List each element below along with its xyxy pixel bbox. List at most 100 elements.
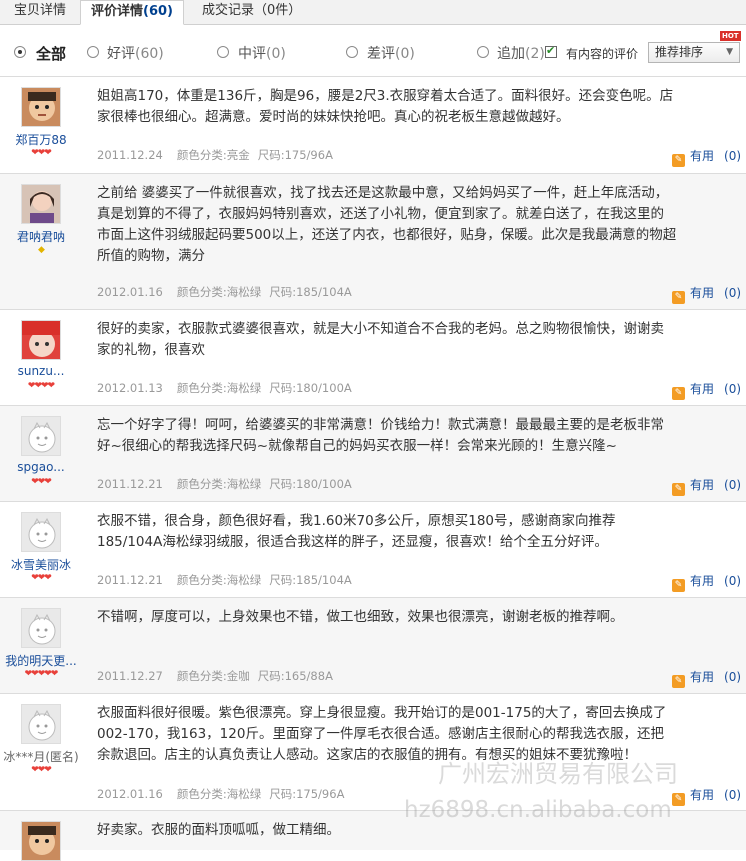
reviewer-level-hearts: ❤❤❤❤❤ bbox=[24, 669, 59, 679]
thumbs-up-icon: ✎ bbox=[672, 387, 685, 400]
review-color: 颜色分类:海松绿 bbox=[176, 477, 262, 491]
tab-bar: 宝贝详情 评价详情(60) 成交记录（0件） bbox=[0, 0, 746, 25]
review-meta: 2011.12.21 颜色分类:海松绿 尺码:180/100A bbox=[97, 476, 366, 492]
filter-bad-label: 差评(0) bbox=[367, 46, 415, 62]
review-meta: 2011.12.27 颜色分类:金咖 尺码:165/88A bbox=[97, 668, 347, 684]
with-content-label: 有内容的评价 bbox=[566, 47, 639, 61]
review-date: 2012.01.16 bbox=[97, 787, 163, 801]
default-avatar[interactable] bbox=[21, 512, 61, 552]
review-meta: 2011.12.21 颜色分类:海松绿 尺码:185/104A bbox=[97, 572, 366, 588]
reviewer-level-diamond: ◆ bbox=[38, 245, 45, 255]
thumbs-up-icon: ✎ bbox=[672, 154, 685, 167]
thumbs-up-icon: ✎ bbox=[672, 291, 685, 304]
review-text: 很好的卖家，衣服款式婆婆很喜欢，就是大小不知道合不合我的老妈。总之购物很愉快，谢… bbox=[97, 321, 664, 358]
tab-transactions[interactable]: 成交记录（0件） bbox=[192, 0, 311, 24]
reviewer-level-hearts: ❤❤❤❤ bbox=[27, 381, 55, 391]
sort-dropdown[interactable]: 推荐排序 ▼ bbox=[648, 42, 740, 63]
reviewer-level-hearts: ❤❤❤ bbox=[31, 765, 52, 775]
default-avatar[interactable] bbox=[21, 608, 61, 648]
review-size: 尺码:185/104A bbox=[269, 285, 352, 299]
tab-product-details[interactable]: 宝贝详情 bbox=[4, 0, 76, 24]
avatar[interactable] bbox=[21, 184, 61, 224]
reviewer-level-hearts: ❤❤❤ bbox=[31, 477, 52, 487]
avatar[interactable] bbox=[21, 320, 61, 360]
useful-button[interactable]: ✎ 有用 (0) bbox=[672, 786, 741, 806]
review-item: 冰雪美丽冰 ❤❤❤ 衣服不错，很合身，颜色很好看，我1.60米70多公斤，原想买… bbox=[0, 501, 746, 597]
review-color: 颜色分类:海松绿 bbox=[176, 787, 262, 801]
tab-reviews[interactable]: 评价详情(60) bbox=[80, 0, 184, 25]
review-text: 不错啊，厚度可以，上身效果也不错，做工也细致，效果也很漂亮，谢谢老板的推荐啊。 bbox=[97, 609, 624, 625]
review-date: 2011.12.27 bbox=[97, 669, 163, 683]
useful-button[interactable]: ✎ 有用 (0) bbox=[672, 147, 741, 167]
review-date: 2011.12.24 bbox=[97, 148, 163, 162]
reviewer-name[interactable]: 我的明天更... bbox=[0, 652, 82, 669]
review-size: 尺码:175/96A bbox=[257, 148, 333, 162]
review-date: 2012.01.16 bbox=[97, 285, 163, 299]
avatar[interactable] bbox=[21, 87, 61, 127]
thumbs-up-icon: ✎ bbox=[672, 793, 685, 806]
review-size: 尺码:165/88A bbox=[257, 669, 333, 683]
review-item: 郑百万88 ❤❤❤ 姐姐高170，体重是136斤，胸是96，腰是2尺3.衣服穿着… bbox=[0, 76, 746, 173]
reviewer-level-hearts: ❤❤❤ bbox=[31, 148, 52, 158]
review-size: 尺码:175/96A bbox=[269, 787, 345, 801]
filter-good-label: 好评(60) bbox=[107, 46, 164, 62]
review-text: 之前给 婆婆买了一件就很喜欢，找了找去还是这款最中意，又给妈妈买了一件，赶上年底… bbox=[97, 185, 677, 264]
review-item: spgao... ❤❤❤ 忘一个好字了得！呵呵，给婆婆买的非常满意！价钱给力！款… bbox=[0, 405, 746, 501]
useful-button[interactable]: ✎ 有用 (0) bbox=[672, 284, 741, 304]
useful-button[interactable]: ✎ 有用 (0) bbox=[672, 572, 741, 592]
review-color: 颜色分类:海松绿 bbox=[176, 573, 262, 587]
with-content-checkbox[interactable] bbox=[545, 44, 557, 58]
review-date: 2011.12.21 bbox=[97, 477, 163, 491]
review-meta: 2012.01.16 颜色分类:海松绿 尺码:175/96A bbox=[97, 786, 358, 802]
hot-badge: HOT bbox=[720, 31, 741, 41]
radio-append[interactable] bbox=[477, 46, 489, 58]
review-item: sunzu... ❤❤❤❤ 很好的卖家，衣服款式婆婆很喜欢，就是大小不知道合不合… bbox=[0, 309, 746, 405]
useful-button[interactable]: ✎ 有用 (0) bbox=[672, 476, 741, 496]
review-color: 颜色分类:海松绿 bbox=[176, 285, 262, 299]
review-color: 颜色分类:金咖 bbox=[176, 669, 250, 683]
review-date: 2011.12.21 bbox=[97, 573, 163, 587]
review-filter-bar: 全部 好评(60) 中评(0) 差评(0) 追加(2) 有内容的评价 推荐排序 … bbox=[0, 31, 746, 69]
review-item: 好卖家。衣服的面料顶呱呱，做工精细。 bbox=[0, 810, 746, 861]
reviewer-name[interactable]: 冰雪美丽冰 bbox=[0, 556, 82, 573]
chevron-down-icon: ▼ bbox=[726, 47, 733, 57]
review-item: 我的明天更... ❤❤❤❤❤ 不错啊，厚度可以，上身效果也不错，做工也细致，效果… bbox=[0, 597, 746, 693]
review-color: 颜色分类:亮金 bbox=[176, 148, 250, 162]
reviewer-name[interactable]: sunzu... bbox=[0, 364, 82, 378]
filter-neutral-label: 中评(0) bbox=[238, 46, 286, 62]
reviewer-level-hearts: ❤❤❤ bbox=[31, 573, 52, 583]
radio-neutral[interactable] bbox=[217, 46, 229, 58]
review-text: 姐姐高170，体重是136斤，胸是96，腰是2尺3.衣服穿着太合适了。面料很好。… bbox=[97, 88, 674, 125]
radio-good[interactable] bbox=[87, 46, 99, 58]
review-size: 尺码:185/104A bbox=[269, 573, 352, 587]
reviewer-name[interactable]: spgao... bbox=[0, 460, 82, 474]
thumbs-up-icon: ✎ bbox=[672, 675, 685, 688]
default-avatar[interactable] bbox=[21, 704, 61, 744]
reviewer-name[interactable]: 郑百万88 bbox=[0, 131, 82, 148]
reviewer-name[interactable]: 君呐君呐 bbox=[0, 228, 82, 245]
review-size: 尺码:180/100A bbox=[269, 477, 352, 491]
radio-all[interactable] bbox=[14, 46, 26, 58]
useful-button[interactable]: ✎ 有用 (0) bbox=[672, 668, 741, 688]
reviewer-name-anonymous: 冰***月(匿名) bbox=[3, 750, 79, 764]
review-color: 颜色分类:海松绿 bbox=[176, 381, 262, 395]
review-item: 冰***月(匿名) ❤❤❤ 衣服面料很好很暖。紫色很漂亮。穿上身很显瘦。我开始订… bbox=[0, 693, 746, 810]
useful-button[interactable]: ✎ 有用 (0) bbox=[672, 380, 741, 400]
thumbs-up-icon: ✎ bbox=[672, 483, 685, 496]
review-text: 衣服面料很好很暖。紫色很漂亮。穿上身很显瘦。我开始订的是001-175的大了，寄… bbox=[97, 705, 667, 763]
thumbs-up-icon: ✎ bbox=[672, 579, 685, 592]
review-text: 忘一个好字了得！呵呵，给婆婆买的非常满意！价钱给力！款式满意！最最最主要的是老板… bbox=[97, 417, 664, 454]
review-meta: 2012.01.16 颜色分类:海松绿 尺码:185/104A bbox=[97, 284, 366, 300]
filter-all-label: 全部 bbox=[36, 45, 67, 63]
avatar[interactable] bbox=[21, 821, 61, 861]
review-meta: 2011.12.24 颜色分类:亮金 尺码:175/96A bbox=[97, 147, 347, 163]
review-text: 好卖家。衣服的面料顶呱呱，做工精细。 bbox=[97, 822, 340, 838]
review-size: 尺码:180/100A bbox=[269, 381, 352, 395]
review-date: 2012.01.13 bbox=[97, 381, 163, 395]
filter-append-label: 追加(2) bbox=[497, 46, 545, 62]
default-avatar[interactable] bbox=[21, 416, 61, 456]
radio-bad[interactable] bbox=[346, 46, 358, 58]
review-meta: 2012.01.13 颜色分类:海松绿 尺码:180/100A bbox=[97, 380, 366, 396]
review-text: 衣服不错，很合身，颜色很好看，我1.60米70多公斤，原想买180号，感谢商家向… bbox=[97, 513, 616, 550]
review-item: 君呐君呐 ◆ 之前给 婆婆买了一件就很喜欢，找了找去还是这款最中意，又给妈妈买了… bbox=[0, 173, 746, 309]
